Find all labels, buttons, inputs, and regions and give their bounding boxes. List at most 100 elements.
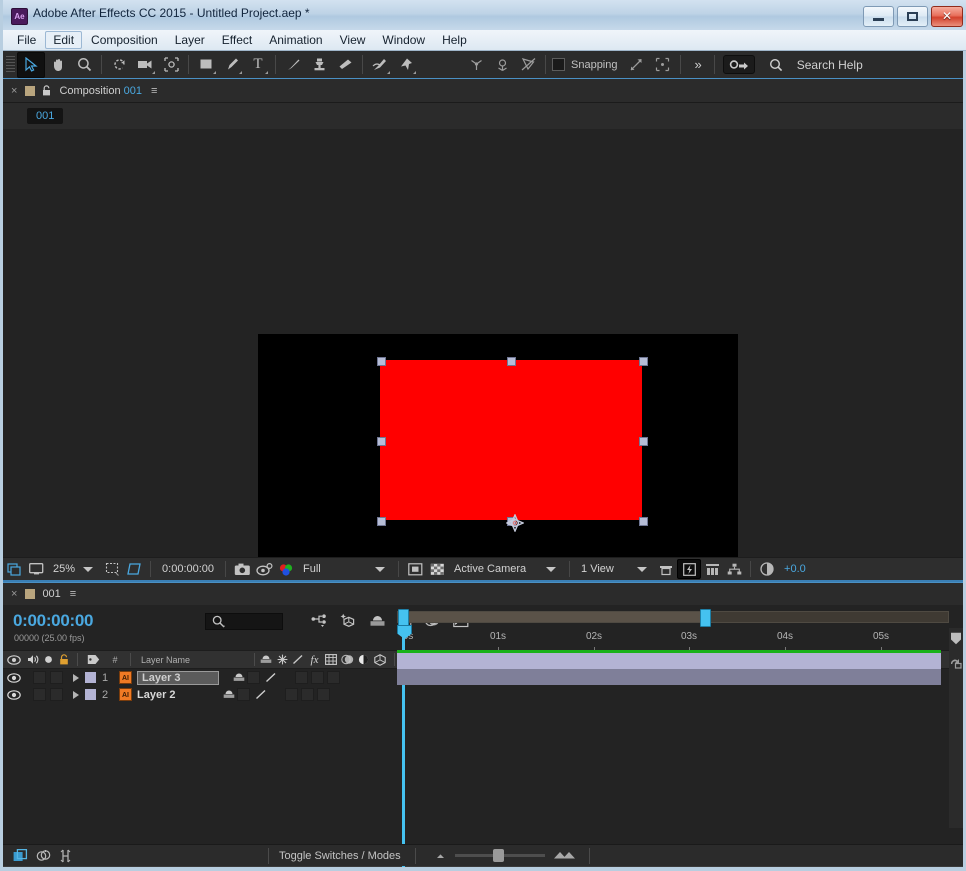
selection-handle-tl[interactable] [377,357,386,366]
view-camera-value[interactable]: Active Camera [448,563,544,575]
search-help-input[interactable]: Search Help [797,58,863,72]
flowchart-icon[interactable] [723,560,745,578]
layer-1-3d-toggle[interactable] [327,671,340,684]
search-input[interactable] [205,613,284,630]
layer-2-motion-blur-toggle[interactable] [301,688,314,701]
close-timeline-tab-icon[interactable]: × [11,588,17,600]
layer-2-visibility-icon[interactable] [3,686,25,703]
comp-marker-icon[interactable] [950,632,962,645]
layer-1-lock-toggle[interactable] [50,671,63,684]
zoom-tool-icon[interactable] [71,53,97,77]
motion-blur-toggle-icon[interactable] [36,849,51,863]
snap-align-icon[interactable] [624,53,650,77]
small-thumbnails-icon[interactable] [434,852,447,860]
quality-column-icon[interactable] [290,651,306,668]
workspace-switcher-icon[interactable] [722,55,755,74]
minimize-button[interactable] [863,6,894,27]
composition-mini-flowchart-icon[interactable] [311,613,328,628]
lock-column-icon[interactable] [55,651,73,668]
close-tab-icon[interactable]: × [11,85,17,97]
resolution-dropdown-icon[interactable] [375,566,386,572]
layer-name-column-label[interactable]: Layer Name [135,651,251,668]
solo-column-icon[interactable] [41,651,55,668]
menu-file[interactable]: File [9,31,44,49]
zoom-level-value[interactable]: 25% [47,563,81,575]
anchor-point-icon[interactable] [506,514,524,532]
view-camera-dropdown-icon[interactable] [546,566,557,572]
panel-menu-icon[interactable]: ≡ [151,85,157,97]
grid-guides-icon[interactable] [101,560,123,578]
show-snapshot-icon[interactable] [253,560,275,578]
timeline-icon[interactable] [701,560,723,578]
label-column-icon[interactable] [82,651,104,668]
selection-handle-mr[interactable] [639,437,648,446]
layer-2-quality-toggle[interactable] [253,686,269,703]
local-axis-mode-icon[interactable] [463,53,489,77]
selection-tool-icon[interactable] [17,51,45,78]
layer-2-lock-toggle[interactable] [50,688,63,701]
fast-preview-icon[interactable] [677,559,702,579]
roto-brush-tool-icon[interactable] [367,53,393,77]
three-d-layer-column-icon[interactable] [371,651,389,668]
collapse-transformations-column-icon[interactable] [274,651,290,668]
menu-view[interactable]: View [332,31,374,49]
menu-animation[interactable]: Animation [261,31,330,49]
layer-2-shy-toggle[interactable] [221,686,237,703]
audio-column-icon[interactable] [25,651,41,668]
eraser-tool-icon[interactable] [332,53,358,77]
brush-tool-icon[interactable] [280,53,306,77]
frame-blending-toggle-icon[interactable] [13,848,28,863]
video-column-icon[interactable] [3,651,25,668]
shape-tool-icon[interactable] [193,53,219,77]
close-button[interactable]: ✕ [931,6,963,27]
layer-2-label-swatch[interactable] [85,689,96,700]
view-axis-mode-icon[interactable] [515,53,541,77]
layer-2-solo-toggle[interactable] [33,688,46,701]
toolbar-overflow-button[interactable]: » [685,57,710,72]
layer-1-shy-toggle[interactable] [231,669,247,686]
menu-effect[interactable]: Effect [214,31,260,49]
draft-3d-icon[interactable] [340,613,357,628]
rotation-tool-icon[interactable] [106,53,132,77]
camera-tool-icon[interactable] [132,53,158,77]
track-area[interactable] [397,650,949,685]
lock-icon[interactable] [42,85,51,96]
selection-handle-ml[interactable] [377,437,386,446]
motion-blur-column-icon[interactable] [339,651,355,668]
breadcrumb-item-001[interactable]: 001 [27,108,64,124]
menu-window[interactable]: Window [374,31,433,49]
layer-1-name-input[interactable]: Layer 3 [137,670,219,685]
resolution-value[interactable]: Full [297,563,373,575]
search-help-icon[interactable] [763,53,789,77]
menu-help[interactable]: Help [434,31,475,49]
render-queue-icon[interactable] [950,657,962,669]
selection-handle-tr[interactable] [639,357,648,366]
red-solid-layer[interactable] [380,360,642,520]
snap-bounds-icon[interactable] [650,53,676,77]
menu-layer[interactable]: Layer [167,31,213,49]
always-preview-icon[interactable] [3,560,25,578]
timeline-tab-label[interactable]: 001 [42,588,60,600]
timeline-ruler[interactable]: 0s 01s 02s 03s 04s 05s [397,605,949,867]
layer-2-frame-blend-toggle[interactable] [285,688,298,701]
toolbar-grip[interactable] [6,55,15,74]
view-layout-dropdown-icon[interactable] [637,566,648,572]
layer-2-expand-icon[interactable] [73,690,79,699]
large-thumbnails-icon[interactable] [553,851,575,860]
zoom-slider[interactable] [454,849,545,862]
layer-1-duration-bar[interactable] [397,653,941,669]
mask-view-icon[interactable] [404,560,426,578]
selection-handle-tc[interactable] [507,357,516,366]
effects-column-icon[interactable]: fx [306,651,323,668]
brainstorm-icon[interactable] [59,849,72,863]
layer-1-visibility-icon[interactable] [3,669,25,686]
layer-1-frame-blend-toggle[interactable] [295,671,308,684]
frame-blend-column-icon[interactable] [323,651,339,668]
layer-2-collapse-toggle[interactable] [237,688,250,701]
composition-tab-label[interactable]: Composition 001 [59,85,142,97]
shy-column-icon[interactable] [258,651,274,668]
layer-2-duration-bar[interactable] [397,669,941,685]
view-layout-value[interactable]: 1 View [575,563,635,575]
maximize-button[interactable] [897,6,928,27]
pixel-aspect-correction-icon[interactable] [655,560,677,578]
